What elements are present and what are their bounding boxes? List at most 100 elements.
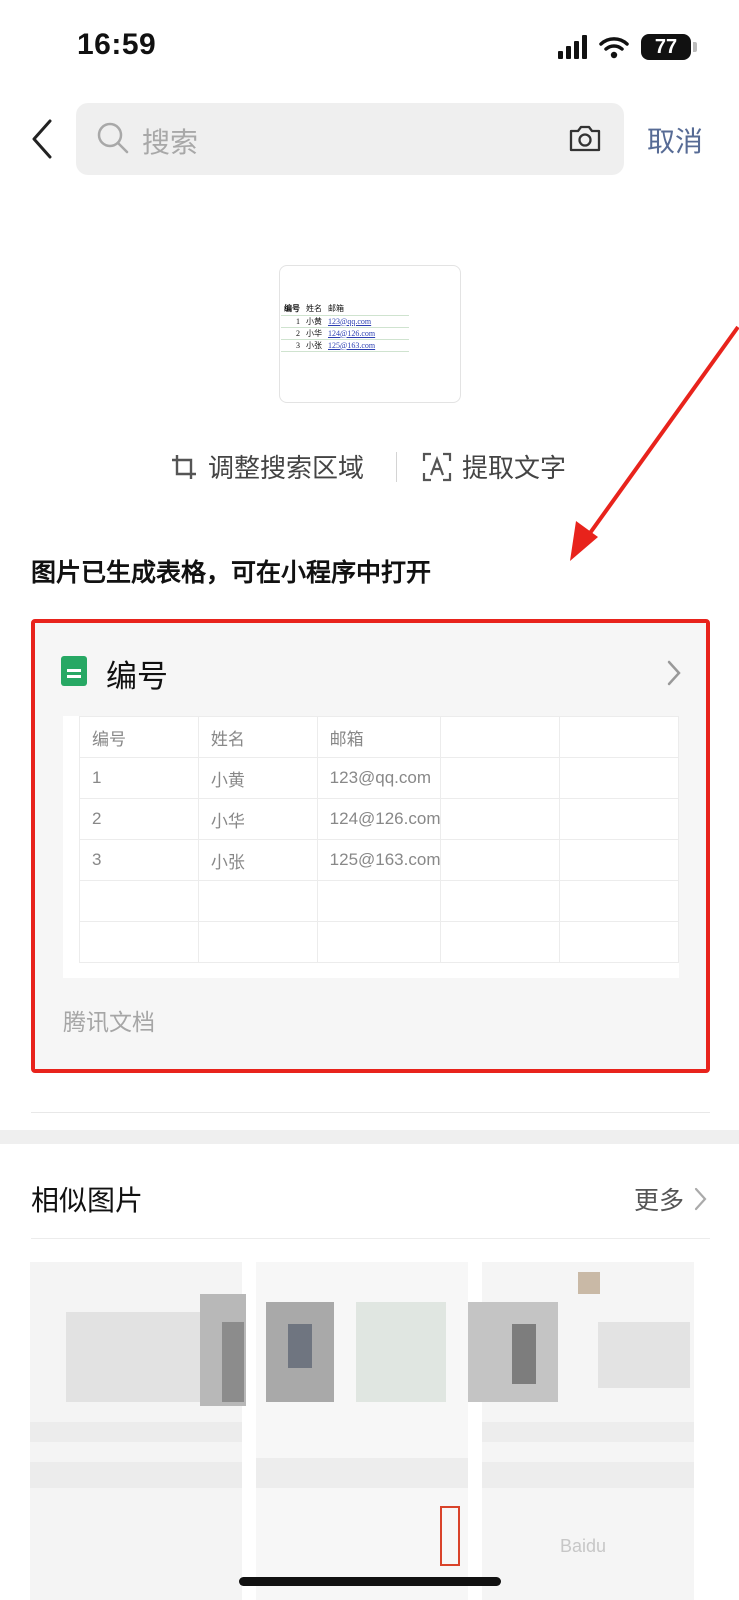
thumbnail-header: 邮箱: [325, 303, 409, 316]
search-placeholder: 搜索: [142, 127, 199, 158]
table-cell: 1: [79, 757, 199, 799]
more-label: 更多: [633, 1187, 684, 1215]
thumbnail-header: 编号: [281, 303, 303, 316]
pixel-block: [598, 1322, 690, 1388]
thumbnail-cell: 123@qq.com: [325, 315, 409, 328]
table-cell: [198, 921, 318, 963]
wifi-icon: [599, 37, 629, 59]
thumbnail-cell: 3: [281, 339, 303, 352]
table-cell: [440, 880, 561, 922]
generated-table-card[interactable]: 编号 编号 姓名 邮箱 1 小黄 123@qq.com 2 小华 124@126…: [31, 619, 710, 1073]
table-cell: [440, 839, 561, 881]
text-extract-icon: [422, 452, 452, 481]
table-cell: 小黄: [198, 757, 318, 799]
table-cell: [559, 880, 679, 922]
table-header-cell: 编号: [79, 716, 199, 758]
thumbnail-row: 3 小张 125@163.com: [281, 339, 409, 352]
search-input[interactable]: 搜索: [76, 103, 624, 175]
section-divider: [0, 1130, 739, 1144]
divider: [31, 1238, 710, 1239]
cellular-signal-icon: [558, 35, 587, 59]
table-cell: [559, 798, 679, 840]
table-row: 2 小华 124@126.com: [79, 798, 679, 840]
table-cell: [317, 921, 442, 963]
back-chevron-icon[interactable]: [28, 117, 58, 161]
table-header-cell: [440, 716, 561, 758]
thumbnail-cell: 2: [281, 327, 303, 340]
search-icon: [97, 122, 129, 154]
home-indicator: [239, 1577, 501, 1586]
watermark: Baidu: [560, 1536, 607, 1556]
cancel-button[interactable]: 取消: [647, 120, 703, 160]
table-cell: 125@163.com: [317, 839, 442, 881]
table-row: [79, 921, 679, 963]
thumbnail-row: 2 小华 124@126.com: [281, 327, 409, 340]
table-cell: [440, 921, 561, 963]
table-cell: 小张: [198, 839, 318, 881]
status-icons: 77: [558, 34, 697, 60]
annotation-arrow: [570, 325, 739, 561]
table-header-cell: [559, 716, 679, 758]
thumbnail-cell: 小张: [303, 339, 325, 352]
spreadsheet-icon: [61, 656, 87, 686]
tool-separator: [396, 452, 397, 482]
battery-icon: 77: [641, 34, 697, 60]
chevron-right-icon: [667, 660, 681, 686]
source-label: 腾讯文档: [63, 1009, 155, 1035]
pixel-block: [288, 1324, 312, 1368]
pixel-band: [256, 1458, 468, 1488]
table-row: [79, 880, 679, 922]
thumbnail-cell: 小黄: [303, 315, 325, 328]
similar-images-grid[interactable]: [22, 1262, 712, 1600]
chevron-right-icon: [694, 1187, 707, 1211]
table-row: 1 小黄 123@qq.com: [79, 757, 679, 799]
table-cell: [198, 880, 318, 922]
camera-icon[interactable]: [568, 123, 602, 153]
thumbnail-header: 姓名: [303, 303, 325, 316]
table-cell: 小华: [198, 798, 318, 840]
pixel-block: [578, 1272, 600, 1294]
thumbnail-cell: 125@163.com: [325, 339, 409, 352]
table-cell: [440, 798, 561, 840]
table-header-cell: 邮箱: [317, 716, 442, 758]
table-cell: [317, 880, 442, 922]
table-cell: 124@126.com: [317, 798, 442, 840]
divider: [31, 1112, 710, 1113]
pixel-band: [30, 1462, 242, 1488]
thumbnail-header-row: 编号 姓名 邮箱: [281, 303, 409, 316]
extract-text-label: 提取文字: [462, 453, 567, 483]
adjust-region-label: 调整搜索区域: [208, 453, 365, 483]
pixel-band: [30, 1422, 242, 1442]
search-header: 搜索 取消: [0, 103, 739, 175]
table-row: 3 小张 125@163.com: [79, 839, 679, 881]
thumbnail-row: 1 小黄 123@qq.com: [281, 315, 409, 328]
battery-level: 77: [654, 35, 678, 58]
status-time: 16:59: [77, 28, 157, 61]
table-cell: 3: [79, 839, 199, 881]
adjust-region-button[interactable]: 调整搜索区域: [170, 448, 364, 485]
table-cell: [440, 757, 561, 799]
similar-images-title: 相似图片: [31, 1185, 144, 1216]
pixel-band: [482, 1422, 694, 1442]
status-bar: 16:59 77: [0, 0, 739, 96]
table-header-cell: 姓名: [198, 716, 318, 758]
seal-stamp: [440, 1506, 460, 1566]
extract-text-button[interactable]: 提取文字: [422, 448, 566, 485]
source-image-thumbnail[interactable]: 编号 姓名 邮箱 1 小黄 123@qq.com 2 小华 124@126.co…: [279, 265, 461, 403]
preview-table: 编号 姓名 邮箱 1 小黄 123@qq.com 2 小华 124@126.co…: [79, 716, 679, 963]
card-title: 编号: [106, 659, 168, 694]
table-cell: [559, 839, 679, 881]
thumbnail-table: 编号 姓名 邮箱 1 小黄 123@qq.com 2 小华 124@126.co…: [281, 303, 409, 352]
pixel-block: [512, 1324, 536, 1384]
table-preview: 编号 姓名 邮箱 1 小黄 123@qq.com 2 小华 124@126.co…: [63, 716, 679, 978]
table-cell: [559, 921, 679, 963]
crop-icon: [172, 454, 196, 479]
table-cell: [79, 921, 199, 963]
thumbnail-cell: 124@126.com: [325, 327, 409, 340]
table-cell: 123@qq.com: [317, 757, 442, 799]
pixel-block: [356, 1302, 446, 1402]
more-button[interactable]: 更多: [634, 1181, 707, 1217]
thumbnail-cell: 小华: [303, 327, 325, 340]
thumbnail-cell: 1: [281, 315, 303, 328]
pixel-band: [482, 1462, 694, 1488]
